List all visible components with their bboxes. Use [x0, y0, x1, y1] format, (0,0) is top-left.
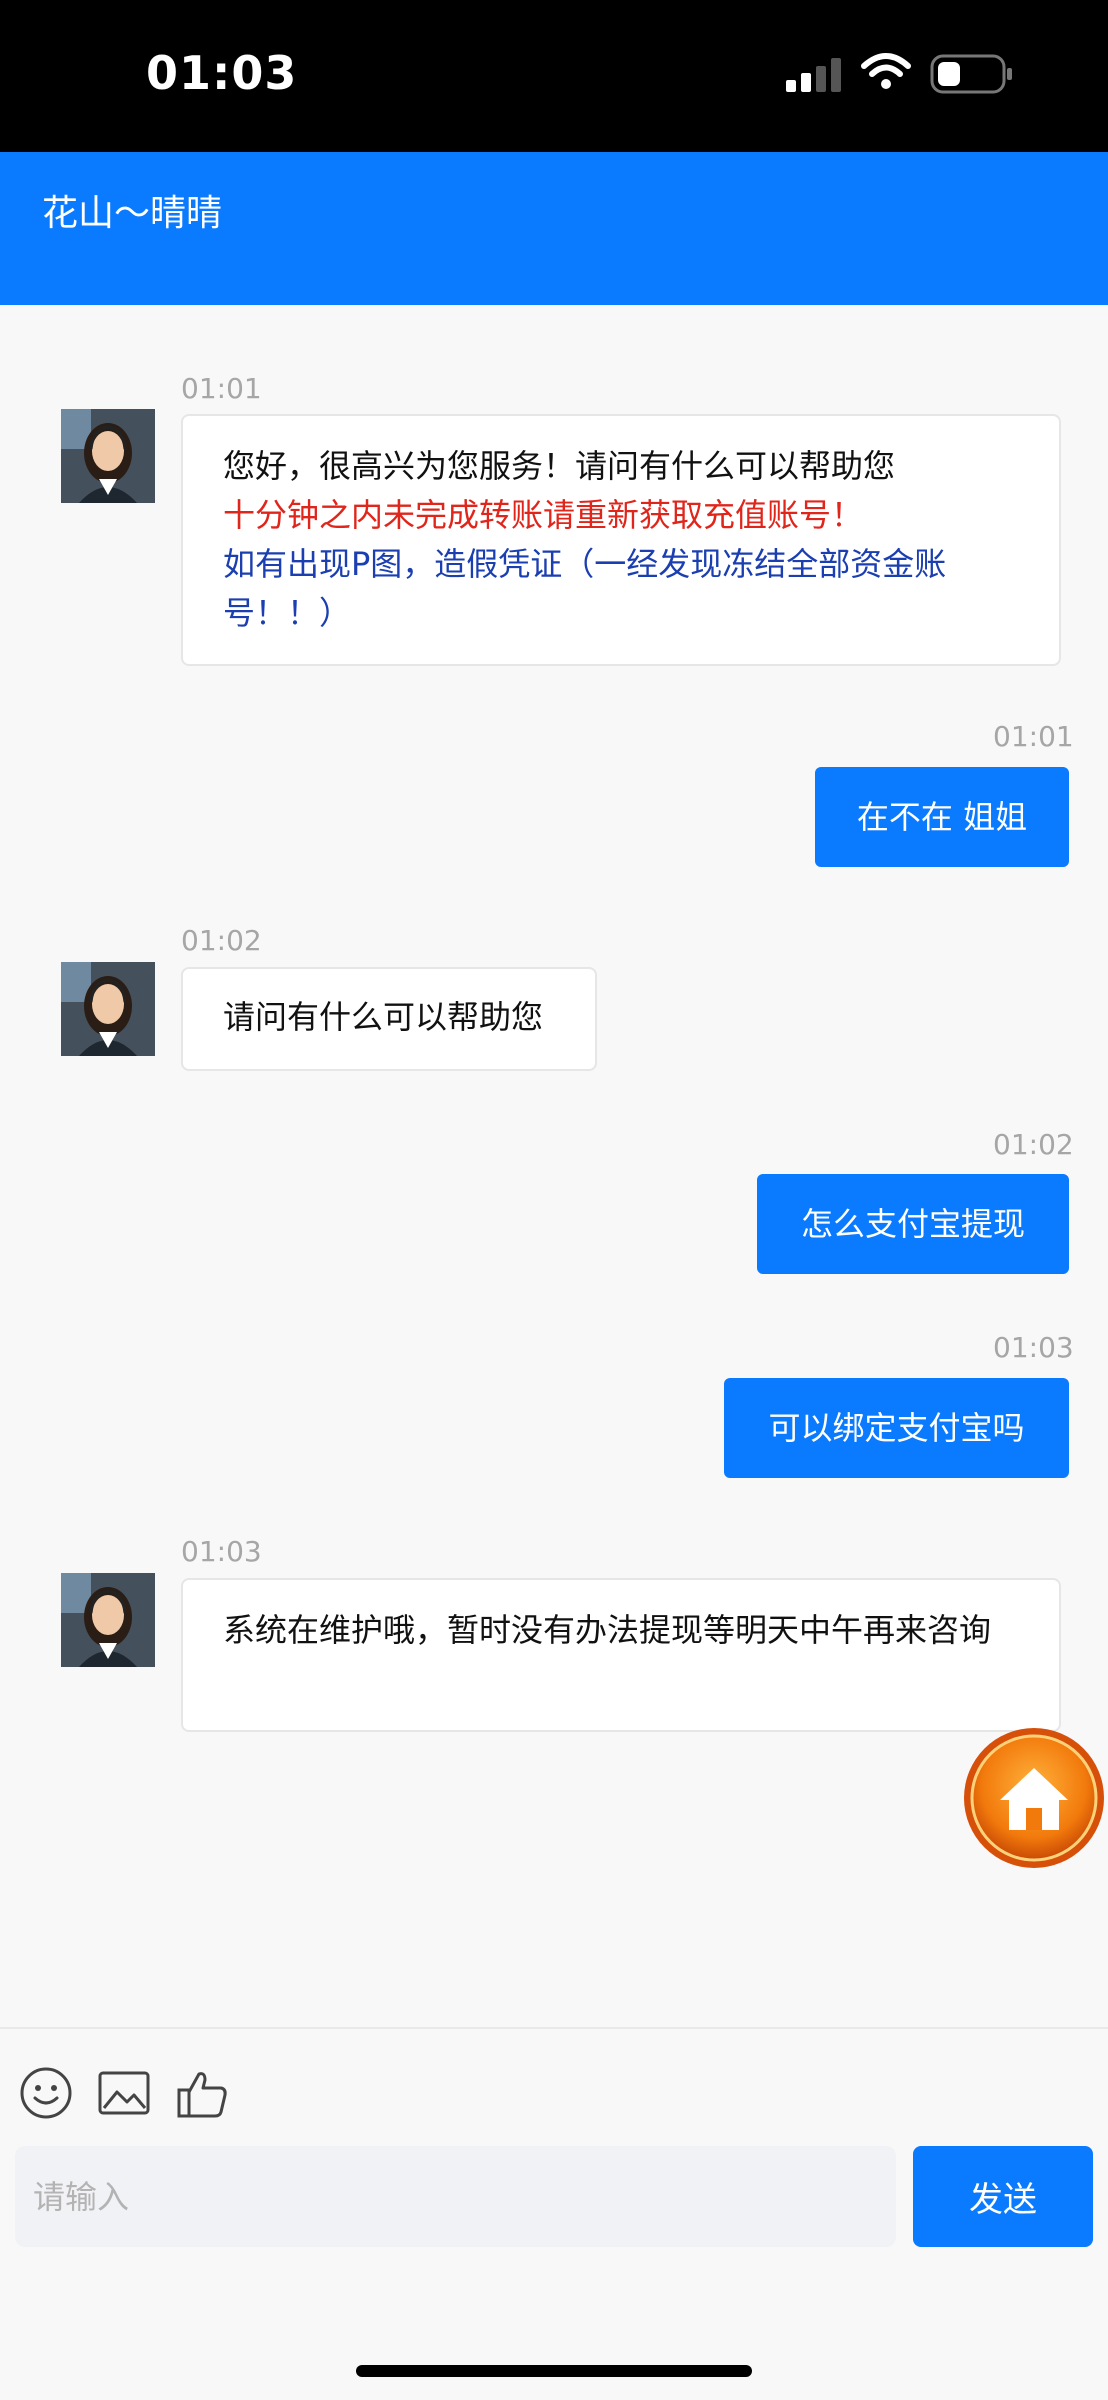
message-bubble-outgoing: 可以绑定支付宝吗: [724, 1378, 1069, 1478]
message-input[interactable]: [15, 2146, 896, 2247]
message-timestamp: 01:02: [181, 924, 262, 957]
emoji-icon[interactable]: [19, 2066, 73, 2120]
avatar-icon: [61, 409, 155, 503]
composer-divider: [0, 2027, 1108, 2029]
warning-line: 十分钟之内未完成转账请重新获取充值账号！: [223, 496, 864, 534]
message-timestamp: 01:02: [993, 1128, 1074, 1161]
message-timestamp: 01:03: [181, 1535, 262, 1568]
avatar-icon: [61, 1573, 155, 1667]
message-bubble-incoming: 您好，很高兴为您服务！请问有什么可以帮助您 十分钟之内未完成转账请重新获取充值账…: [181, 414, 1061, 666]
home-button[interactable]: [962, 1726, 1106, 1870]
agent-avatar[interactable]: [61, 962, 155, 1056]
chat-header: 花山～晴晴: [0, 152, 1108, 305]
image-icon[interactable]: [97, 2066, 151, 2120]
chat-messages[interactable]: 01:01 您好，很高兴为您服务！请问有什么可以帮助您 十分钟之内未完成转账请重…: [0, 305, 1108, 2027]
message-bubble-incoming: 系统在维护哦，暂时没有办法提现等明天中午再来咨询: [181, 1578, 1061, 1732]
message-bubble-outgoing: 在不在 姐姐: [815, 767, 1069, 867]
message-timestamp: 01:01: [993, 720, 1074, 753]
status-bar: 01:03: [0, 0, 1108, 152]
notice-line: 如有出现P图，造假凭证（一经发现冻结全部资金账号！！）: [223, 545, 947, 632]
agent-avatar[interactable]: [61, 1573, 155, 1667]
cellular-signal-icon: [786, 58, 841, 92]
status-time: 01:03: [146, 46, 298, 100]
message-timestamp: 01:03: [993, 1331, 1074, 1364]
agent-avatar[interactable]: [61, 409, 155, 503]
message-bubble-incoming: 请问有什么可以帮助您: [181, 967, 597, 1071]
message-line: 您好，很高兴为您服务！请问有什么可以帮助您: [223, 447, 896, 485]
battery-icon: [930, 54, 1012, 94]
home-indicator: [356, 2365, 752, 2377]
thumbs-up-icon[interactable]: [175, 2066, 229, 2120]
chat-title: 花山～晴晴: [42, 193, 223, 234]
message-timestamp: 01:01: [181, 372, 262, 405]
wifi-icon: [861, 53, 911, 89]
message-bubble-outgoing: 怎么支付宝提现: [757, 1174, 1069, 1274]
avatar-icon: [61, 962, 155, 1056]
send-button[interactable]: 发送: [913, 2146, 1093, 2247]
